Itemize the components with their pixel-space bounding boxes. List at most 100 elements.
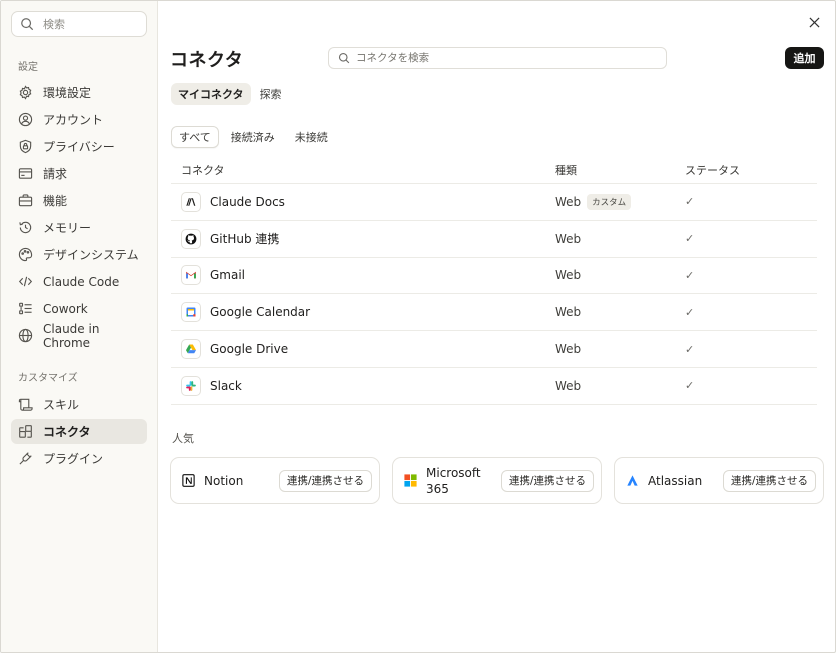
settings-window: 設定 環境設定 アカウント プライバシー 請求 機能 メモリー デザインシステム: [0, 0, 836, 653]
popular-card-atlassian: Atlassian 連携/連携させる: [614, 457, 824, 504]
popular-cards: Notion 連携/連携させる Microsoft 365 連携/連携させる A…: [170, 457, 824, 504]
connector-type: Web: [555, 378, 582, 393]
close-button[interactable]: [805, 15, 823, 33]
sidebar-item-plugins[interactable]: プラグイン: [11, 446, 147, 471]
sidebar-item-label: 機能: [43, 194, 68, 208]
table-row[interactable]: GitHub 連携 Web ✓: [171, 221, 817, 258]
popular-label: 人気: [172, 432, 194, 445]
sidebar-item-label: アカウント: [43, 113, 104, 127]
sidebar: 設定 環境設定 アカウント プライバシー 請求 機能 メモリー デザインシステム: [1, 1, 158, 652]
connector-type: Web: [555, 194, 582, 209]
connector-name: Claude Docs: [210, 194, 285, 209]
popular-card-notion: Notion 連携/連携させる: [170, 457, 380, 504]
sidebar-item-claude-in-chrome[interactable]: Claude in Chrome: [11, 321, 147, 350]
gmail-icon: [181, 265, 201, 286]
card-name: Atlassian: [648, 473, 703, 488]
credit-card-icon: [18, 166, 33, 181]
add-button[interactable]: 追加: [785, 47, 824, 69]
sidebar-item-billing[interactable]: 請求: [11, 161, 147, 186]
sidebar-item-label: メモリー: [43, 221, 92, 235]
sidebar-item-label: Claude in Chrome: [43, 321, 100, 350]
connector-search[interactable]: [328, 47, 667, 69]
sidebar-item-cowork[interactable]: Cowork: [11, 296, 147, 321]
sidebar-item-connectors[interactable]: コネクタ: [11, 419, 147, 444]
palette-icon: [18, 247, 33, 262]
filter-all[interactable]: すべて: [171, 126, 219, 148]
connector-name: Google Drive: [210, 342, 289, 357]
sidebar-item-design-system[interactable]: デザインシステム: [11, 242, 147, 267]
header-status: ステータス: [685, 163, 740, 177]
sidebar-item-account[interactable]: アカウント: [11, 107, 147, 132]
connect-button[interactable]: 連携/連携させる: [278, 469, 372, 492]
user-circle-icon: [18, 112, 33, 127]
sidebar-item-preferences[interactable]: 環境設定: [11, 80, 147, 105]
search-icon: [338, 52, 350, 64]
table-row[interactable]: Gmail Web ✓: [171, 258, 817, 295]
connector-type: Web: [555, 231, 582, 246]
status-check: ✓: [685, 232, 695, 246]
section-label-settings: 設定: [18, 62, 38, 73]
status-check: ✓: [685, 195, 695, 209]
code-icon: [18, 274, 33, 289]
history-icon: [18, 220, 33, 235]
card-name: Microsoft 365: [426, 465, 481, 496]
sidebar-item-label: 環境設定: [43, 86, 92, 100]
popular-card-microsoft-365: Microsoft 365 連携/連携させる: [392, 457, 602, 504]
sidebar-item-label: Cowork: [43, 301, 88, 316]
globe-icon: [18, 328, 33, 343]
section-label-customize: カスタマイズ: [18, 373, 78, 384]
filter-not-connected[interactable]: 未接続: [287, 126, 336, 148]
sidebar-item-label: プラグイン: [43, 452, 104, 466]
main-panel: コネクタ 追加 マイコネクタ 探索 すべて 接続済み 未接続 コネクタ 種類 ス…: [158, 1, 835, 652]
scroll-icon: [18, 397, 33, 412]
table-header: コネクタ 種類 ステータス: [171, 156, 817, 184]
connector-type: Web: [555, 305, 582, 320]
status-check: ✓: [685, 268, 695, 282]
table-row[interactable]: Slack Web ✓: [171, 368, 817, 405]
plug-icon: [18, 451, 33, 466]
sidebar-item-memory[interactable]: メモリー: [11, 215, 147, 240]
page-title: コネクタ: [170, 50, 244, 71]
google-calendar-icon: [181, 302, 201, 323]
briefcase-icon: [18, 193, 33, 208]
checklist-icon: [18, 301, 33, 316]
status-check: ✓: [685, 305, 695, 319]
google-drive-icon: [181, 339, 201, 360]
table-row[interactable]: Google Drive Web ✓: [171, 331, 817, 368]
connector-name: GitHub 連携: [210, 232, 280, 247]
connector-table: コネクタ 種類 ステータス Claude Docs Web カスタム ✓ Git…: [171, 156, 817, 405]
sidebar-item-label: Claude Code: [43, 274, 120, 289]
search-icon: [20, 17, 34, 31]
custom-badge: カスタム: [587, 193, 632, 210]
connector-type: Web: [555, 268, 582, 283]
connect-button[interactable]: 連携/連携させる: [500, 469, 594, 492]
gear-icon: [18, 85, 33, 100]
anthropic-icon: [181, 191, 201, 212]
sidebar-item-privacy[interactable]: プライバシー: [11, 134, 147, 159]
filter-bar: すべて 接続済み 未接続: [171, 126, 336, 148]
connector-type: Web: [555, 342, 582, 357]
tab-my-connectors[interactable]: マイコネクタ: [171, 83, 251, 105]
sidebar-item-claude-code[interactable]: Claude Code: [11, 269, 147, 294]
connect-button[interactable]: 連携/連携させる: [722, 469, 816, 492]
filter-connected[interactable]: 接続済み: [223, 126, 283, 148]
tab-bar: マイコネクタ 探索: [171, 83, 289, 105]
table-row[interactable]: Google Calendar Web ✓: [171, 294, 817, 332]
blocks-icon: [18, 424, 33, 439]
sidebar-item-skills[interactable]: スキル: [11, 392, 147, 417]
connector-search-input[interactable]: [356, 52, 656, 64]
header-name: コネクタ: [181, 163, 225, 177]
notion-icon: [179, 471, 197, 490]
close-icon: [808, 17, 820, 31]
sidebar-item-features[interactable]: 機能: [11, 188, 147, 213]
sidebar-item-label: スキル: [43, 398, 80, 412]
microsoft-icon: [401, 471, 419, 490]
connector-name: Gmail: [210, 268, 246, 283]
table-row[interactable]: Claude Docs Web カスタム ✓: [171, 184, 817, 221]
sidebar-search[interactable]: [11, 11, 147, 37]
sidebar-search-input[interactable]: [43, 17, 133, 31]
sidebar-item-label: 請求: [43, 167, 68, 181]
slack-icon: [181, 375, 201, 396]
header-type: 種類: [555, 163, 577, 177]
tab-explore[interactable]: 探索: [253, 83, 289, 105]
